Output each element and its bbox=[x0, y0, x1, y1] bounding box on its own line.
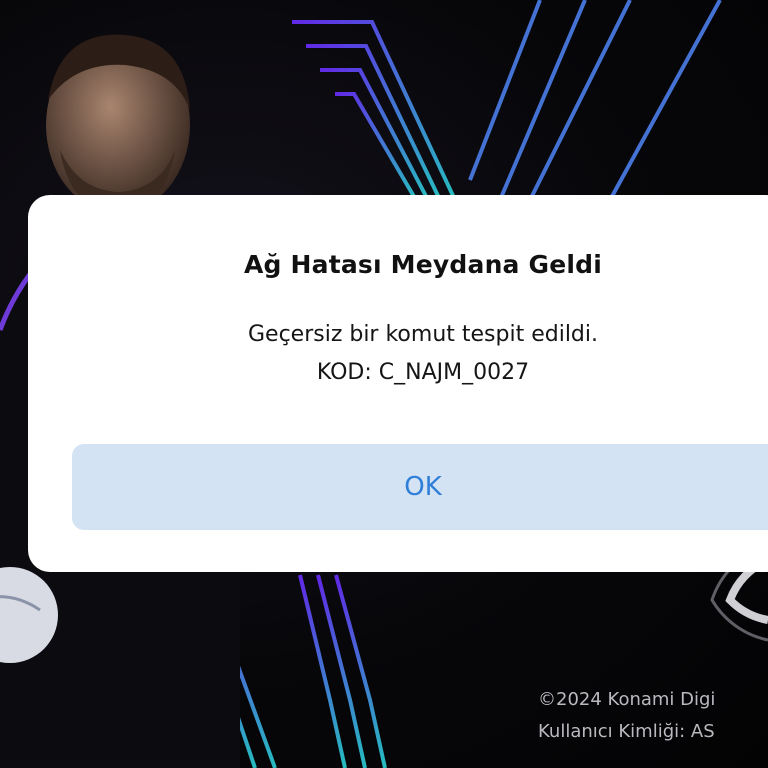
game-screen: ©2024 Konami Digi Kullanıcı Kimliği: AS … bbox=[0, 0, 768, 768]
dialog-title: Ağ Hatası Meydana Geldi bbox=[243, 250, 603, 279]
footer-info: ©2024 Konami Digi Kullanıcı Kimliği: AS bbox=[538, 684, 768, 748]
dialog-message: Geçersiz bir komut tespit edildi. KOD: C… bbox=[28, 316, 768, 392]
network-error-dialog: Ağ Hatası Meydana Geldi Geçersiz bir kom… bbox=[28, 195, 768, 572]
user-id-text: Kullanıcı Kimliği: AS bbox=[538, 721, 715, 742]
error-code: KOD: C_NAJM_0027 bbox=[316, 360, 530, 385]
ok-button[interactable]: OK bbox=[72, 444, 768, 530]
error-description: Geçersiz bir komut tespit edildi. bbox=[247, 322, 598, 347]
ok-button-label: OK bbox=[404, 472, 442, 502]
copyright-text: ©2024 Konami Digi bbox=[538, 689, 716, 710]
